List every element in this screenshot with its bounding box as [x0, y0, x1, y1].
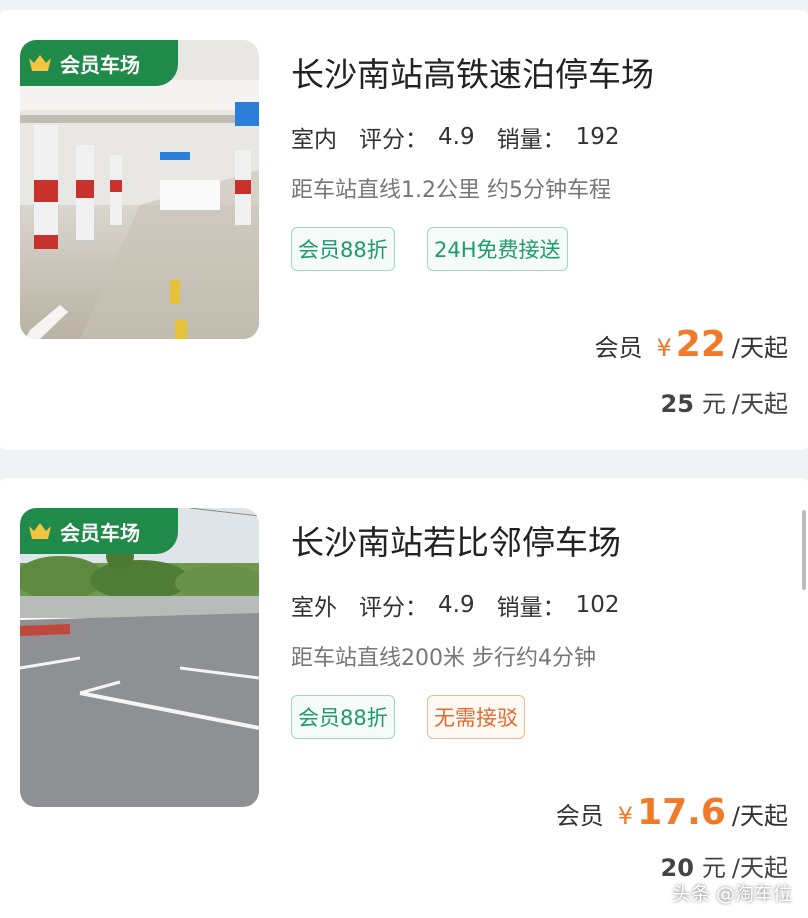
original-price-value: 25 — [660, 390, 694, 418]
per-day-unit: /天起 — [731, 390, 788, 418]
rating-value: 4.9 — [438, 592, 475, 618]
distance-info: 距车站直线1.2公里 约5分钟车程 — [291, 178, 611, 203]
parking-meta: 室外 评分： 4.9 销量： 102 — [289, 588, 641, 626]
environment-label: 室内 — [289, 120, 341, 158]
vip-lot-badge: 会员车场 — [20, 508, 178, 554]
scrollbar[interactable] — [802, 510, 806, 590]
crown-icon — [28, 53, 52, 73]
sales-value: 192 — [575, 124, 620, 150]
parking-card[interactable]: 会员车场 长沙南站若比邻停车场 室外 评分： 4.9 销量： 102 距车站直线… — [0, 478, 808, 918]
per-day-unit: /天起 — [731, 802, 788, 830]
vip-badge-label: 会员车场 — [60, 520, 140, 545]
member-discount-tag: 会员88折 — [291, 227, 395, 271]
parking-meta: 室内 评分： 4.9 销量： 192 — [289, 120, 641, 158]
vip-badge-label: 会员车场 — [60, 52, 140, 77]
per-day-unit: /天起 — [731, 334, 788, 362]
sales-value: 102 — [575, 592, 620, 618]
original-price: 20 元 /天起 — [661, 848, 789, 883]
parking-card[interactable]: 会员车场 长沙南站高铁速泊停车场 室内 评分： 4.9 销量： 192 距车站直… — [0, 10, 808, 450]
rating-label: 评分： — [359, 127, 428, 153]
member-price: 会员 ¥ 17.6 /天起 — [556, 792, 788, 833]
sales-label: 销量： — [496, 127, 566, 153]
parking-name[interactable]: 长沙南站若比邻停车场 — [291, 516, 621, 564]
member-price: 会员 ¥ 22 /天起 — [595, 324, 788, 365]
parking-name[interactable]: 长沙南站高铁速泊停车场 — [291, 48, 654, 96]
currency-symbol: ¥ — [656, 334, 672, 362]
environment-label: 室外 — [289, 588, 341, 626]
original-price-value: 20 — [660, 854, 694, 882]
yuan-unit: 元 — [701, 390, 726, 418]
watermark: 头条 @淘车位 — [671, 883, 792, 905]
member-discount-tag: 会员88折 — [291, 695, 395, 739]
no-transfer-tag: 无需接驳 — [427, 695, 525, 739]
member-label: 会员 — [555, 802, 604, 830]
vip-lot-badge: 会员车场 — [20, 40, 178, 86]
original-price: 25 元 /天起 — [661, 384, 789, 419]
member-price-value: 22 — [675, 324, 726, 365]
sales-label: 销量： — [496, 595, 566, 621]
currency-symbol: ¥ — [617, 802, 634, 830]
parking-photo-indoor[interactable]: 会员车场 — [20, 40, 259, 339]
member-label: 会员 — [594, 334, 643, 362]
parking-photo-outdoor[interactable]: 会员车场 — [20, 508, 259, 807]
rating-label: 评分： — [359, 595, 428, 621]
rating-value: 4.9 — [438, 124, 475, 150]
per-day-unit: /天起 — [731, 854, 788, 882]
yuan-unit: 元 — [701, 854, 726, 882]
member-price-value: 17.6 — [637, 792, 726, 833]
distance-info: 距车站直线200米 步行约4分钟 — [291, 646, 596, 671]
free-shuttle-tag: 24H免费接送 — [427, 227, 568, 271]
crown-icon — [28, 521, 52, 541]
